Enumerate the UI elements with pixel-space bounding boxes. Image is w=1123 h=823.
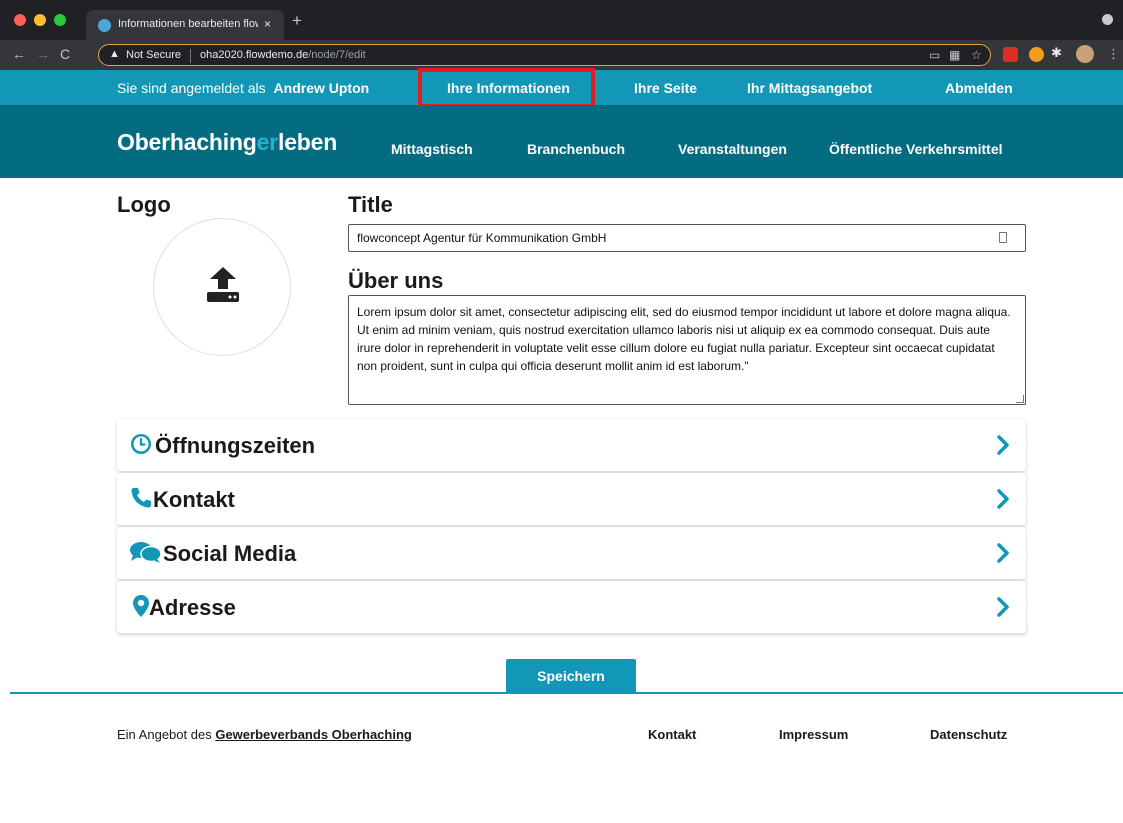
nav-branchenbuch[interactable]: Branchenbuch xyxy=(527,141,625,157)
active-nav-highlight xyxy=(418,68,595,108)
not-secure-label[interactable]: Not Secure xyxy=(126,49,181,61)
url-path: /node/7/edit xyxy=(308,49,366,61)
calendar-extension-icon[interactable] xyxy=(1003,47,1018,62)
cast-icon[interactable]: ▭ xyxy=(929,48,940,62)
tab-search-icon[interactable] xyxy=(1102,14,1113,25)
section-kontakt[interactable]: Kontakt xyxy=(117,473,1026,525)
chevron-right-icon[interactable] xyxy=(996,435,1010,455)
site-header: Oberhachingerleben Mittagstisch Branchen… xyxy=(0,105,1123,178)
back-arrow-icon[interactable]: ← xyxy=(12,46,26,62)
logged-in-prefix: Sie sind angemeldet als xyxy=(117,80,266,96)
logo-part-1: Oberhaching xyxy=(117,129,257,155)
address-bar[interactable]: ▲ Not Secure oha2020.flowdemo.de/node/7/… xyxy=(98,44,991,66)
tab-close-icon[interactable]: × xyxy=(264,17,271,31)
about-textarea[interactable]: Lorem ipsum dolor sit amet, consectetur … xyxy=(348,295,1026,405)
section-label: Öffnungszeiten xyxy=(155,433,316,458)
nav-ihr-mittagsangebot[interactable]: Ihr Mittagsangebot xyxy=(747,80,872,96)
footer-credit: Ein Angebot des Gewerbeverbands Oberhach… xyxy=(117,727,412,742)
logo-heading: Logo xyxy=(117,192,171,217)
qr-code-icon[interactable]: ▦ xyxy=(949,48,960,62)
nav-abmelden[interactable]: Abmelden xyxy=(945,80,1013,96)
about-heading: Über uns xyxy=(348,268,444,293)
chevron-right-icon[interactable] xyxy=(996,597,1010,617)
window-minimize-button[interactable] xyxy=(34,14,46,26)
textarea-resize-handle[interactable] xyxy=(1016,395,1024,403)
more-menu-icon[interactable]: ⋮ xyxy=(1107,46,1120,62)
profile-avatar[interactable] xyxy=(1076,45,1094,63)
nav-mittagstisch[interactable]: Mittagstisch xyxy=(391,141,473,157)
comments-icon xyxy=(130,542,162,563)
url-separator xyxy=(190,49,191,63)
bookmark-star-icon[interactable]: ☆ xyxy=(971,48,982,62)
extension-icon[interactable] xyxy=(1029,47,1044,62)
autofill-icon[interactable] xyxy=(999,232,1007,243)
section-label: Adresse xyxy=(149,595,236,620)
user-name: Andrew Upton xyxy=(273,80,370,96)
url-text[interactable]: oha2020.flowdemo.de/node/7/edit xyxy=(200,49,366,61)
nav-veranstaltungen[interactable]: Veranstaltungen xyxy=(678,141,787,157)
puzzle-icon[interactable]: ✱ xyxy=(1051,45,1062,61)
browser-tab[interactable]: Informationen bearbeiten flowc × xyxy=(86,10,284,40)
browser-tab-bar: Informationen bearbeiten flowc × + xyxy=(0,0,1123,40)
tab-title: Informationen bearbeiten flowc xyxy=(118,18,258,30)
title-heading: Title xyxy=(348,192,393,217)
section-label: Kontakt xyxy=(153,487,235,512)
forward-arrow-icon[interactable]: → xyxy=(36,46,50,62)
browser-toolbar: ← → C ▲ Not Secure oha2020.flowdemo.de/n… xyxy=(0,40,1123,70)
window-close-button[interactable] xyxy=(14,14,26,26)
window-zoom-button[interactable] xyxy=(54,14,66,26)
logged-in-status: Sie sind angemeldet als Andrew Upton xyxy=(117,80,369,96)
favicon-icon xyxy=(98,19,111,32)
nav-ihre-seite[interactable]: Ihre Seite xyxy=(634,80,697,96)
footer-kontakt-link[interactable]: Kontakt xyxy=(648,727,696,742)
chevron-right-icon[interactable] xyxy=(996,489,1010,509)
section-oeffnungszeiten[interactable]: Öffnungszeiten xyxy=(117,419,1026,471)
clock-icon xyxy=(131,434,151,454)
section-social-media[interactable]: Social Media xyxy=(117,527,1026,579)
chevron-right-icon[interactable] xyxy=(996,543,1010,563)
footer-datenschutz-link[interactable]: Datenschutz xyxy=(930,727,1007,742)
section-label: Social Media xyxy=(163,541,297,566)
title-input[interactable] xyxy=(348,224,1026,252)
gewerbeverband-link[interactable]: Gewerbeverbands Oberhaching xyxy=(215,727,412,742)
section-adresse[interactable]: Adresse xyxy=(117,581,1026,633)
url-host: oha2020.flowdemo.de xyxy=(200,49,309,61)
nav-oeffentliche-verkehrsmittel[interactable]: Öffentliche Verkehrsmittel xyxy=(829,141,1003,157)
save-button[interactable]: Speichern xyxy=(506,659,636,693)
logo-upload-area[interactable] xyxy=(153,218,291,356)
logo-part-2: leben xyxy=(278,129,338,155)
footer-divider xyxy=(10,692,1123,694)
site-logo[interactable]: Oberhachingerleben xyxy=(117,129,337,156)
reload-icon[interactable]: C xyxy=(60,46,70,62)
warning-icon[interactable]: ▲ xyxy=(109,48,120,60)
upload-icon xyxy=(207,267,239,302)
footer-prefix: Ein Angebot des xyxy=(117,727,212,742)
footer-impressum-link[interactable]: Impressum xyxy=(779,727,848,742)
new-tab-button[interactable]: + xyxy=(292,11,302,31)
phone-icon xyxy=(131,488,151,508)
logo-accent: er xyxy=(256,129,279,155)
